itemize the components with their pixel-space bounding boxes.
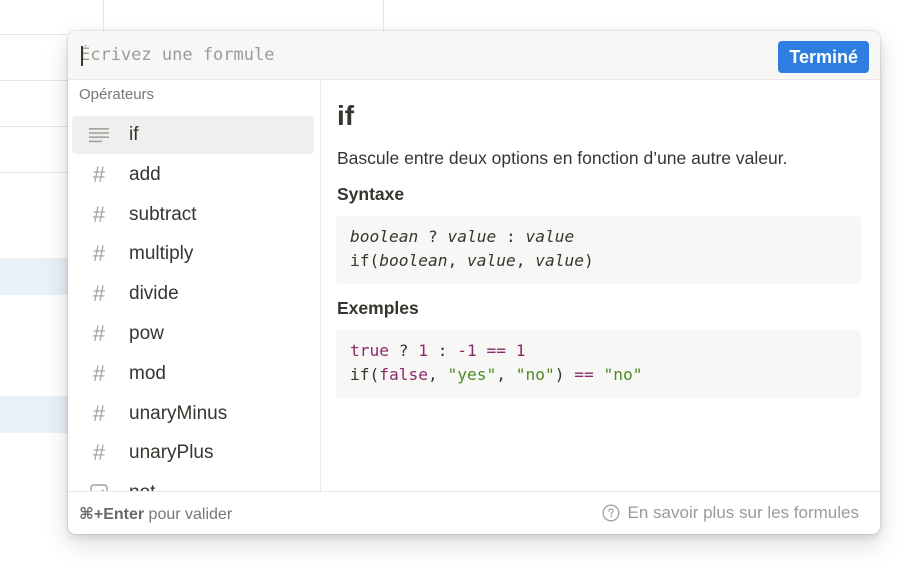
code-token: boolean	[379, 251, 448, 270]
code-token: ,	[427, 365, 448, 384]
formula-editor-popup: Terminé Opérateurs if # add # subtract # multi…	[68, 31, 880, 534]
hash-icon: #	[92, 440, 106, 466]
code-token: value	[535, 251, 584, 270]
code-token: "yes"	[447, 365, 497, 384]
hash-icon: #	[92, 360, 106, 386]
operator-list-pane[interactable]: Opérateurs if # add # subtract # multiply # divi…	[68, 80, 321, 491]
code-token: )	[554, 365, 575, 384]
code-token: -1	[457, 341, 477, 360]
shortcut-key: ⌘+Enter	[79, 506, 145, 523]
code-token: "no"	[603, 365, 643, 384]
hash-icon: #	[92, 161, 106, 187]
code-token: false	[379, 365, 428, 384]
example-line: if(false, "yes", "no") == "no"	[350, 363, 847, 387]
doc-title: if	[337, 100, 355, 131]
code-token: ,	[496, 365, 516, 384]
code-token: ,	[447, 251, 467, 270]
hash-icon: #	[92, 201, 106, 227]
documentation-pane: if Bascule entre deux options en fonctio…	[321, 80, 880, 491]
operator-item-mod[interactable]: # mod	[72, 355, 314, 393]
examples-heading: Exemples	[337, 298, 419, 318]
hash-icon: #	[92, 281, 106, 307]
code-token: if(	[350, 251, 380, 270]
background-divider	[103, 0, 104, 31]
doc-description: Bascule entre deux options en fonction d…	[337, 148, 788, 168]
operator-item-if[interactable]: if	[72, 116, 314, 154]
code-token: 1	[418, 341, 428, 360]
operator-label: multiply	[129, 243, 194, 265]
code-token: "no"	[515, 365, 555, 384]
formula-input[interactable]	[80, 42, 760, 68]
operator-label: unaryMinus	[129, 402, 228, 424]
code-token: :	[427, 341, 458, 360]
done-button[interactable]: Terminé	[778, 41, 869, 73]
hash-icon: #	[92, 320, 106, 346]
code-token: ,	[515, 251, 536, 270]
checkbox-icon	[88, 483, 110, 491]
syntax-line: if(boolean, value, value)	[350, 249, 847, 273]
code-token: true	[350, 341, 389, 360]
code-token: ==	[486, 341, 506, 360]
operator-list: if # add # subtract # multiply # divide # pow # mod #…	[72, 116, 314, 491]
operator-label: divide	[129, 283, 179, 305]
learn-more-label: En savoir plus sur les formules	[627, 503, 859, 522]
help-circle-icon	[602, 504, 620, 522]
learn-more-link[interactable]: En savoir plus sur les formules	[602, 503, 859, 523]
background-divider	[383, 0, 384, 31]
code-token: )	[583, 251, 594, 270]
section-header-operators: Opérateurs	[79, 86, 155, 103]
operator-label: mod	[129, 362, 166, 384]
operator-label: unaryPlus	[129, 442, 214, 464]
operator-item-unaryPlus[interactable]: # unaryPlus	[72, 434, 314, 472]
hash-icon: #	[92, 400, 106, 426]
code-token: :	[496, 227, 526, 246]
operator-label: add	[129, 163, 161, 185]
shortcut-hint: ⌘+Enter pour valider	[79, 504, 232, 524]
code-token: value	[466, 251, 516, 270]
code-token: ?	[418, 227, 448, 246]
syntax-line: boolean ? value : value	[350, 225, 847, 249]
background-row-highlight	[0, 258, 70, 295]
operator-item-multiply[interactable]: # multiply	[72, 235, 314, 273]
code-token: 1	[515, 341, 526, 360]
background-row-highlight	[0, 396, 70, 433]
operator-item-subtract[interactable]: # subtract	[72, 196, 314, 234]
operator-label: subtract	[129, 203, 197, 225]
operator-item-add[interactable]: # add	[72, 156, 314, 194]
operator-item-not[interactable]: not	[72, 474, 314, 491]
footer: ⌘+Enter pour valider En savoir plus sur …	[68, 491, 880, 534]
code-token: boolean	[350, 227, 419, 246]
background-divider	[0, 126, 68, 127]
code-token: value	[447, 227, 497, 246]
code-token: ==	[574, 365, 594, 384]
operator-item-unaryMinus[interactable]: # unaryMinus	[72, 395, 314, 433]
shortcut-text: pour valider	[144, 506, 233, 523]
code-token: value	[525, 227, 575, 246]
background-divider	[0, 172, 68, 173]
operator-label: not	[129, 483, 155, 491]
code-token: ?	[388, 341, 419, 360]
operator-item-divide[interactable]: # divide	[72, 275, 314, 313]
background-divider	[0, 80, 68, 81]
examples-code-block: true ? 1 : -1 == 1 if(false, "yes", "no")…	[336, 330, 861, 398]
text-lines-icon	[88, 125, 110, 147]
operator-item-pow[interactable]: # pow	[72, 315, 314, 353]
hash-icon: #	[92, 241, 106, 267]
operator-label: if	[129, 124, 139, 145]
operator-label: pow	[129, 322, 164, 344]
background-divider	[0, 34, 68, 35]
text-caret	[81, 46, 83, 66]
formula-bar: Terminé	[68, 31, 880, 80]
example-line: true ? 1 : -1 == 1	[350, 339, 847, 363]
syntax-code-block: boolean ? value : value if(boolean, value…	[336, 216, 861, 284]
syntax-heading: Syntaxe	[337, 184, 405, 204]
code-token: if(	[350, 365, 380, 384]
